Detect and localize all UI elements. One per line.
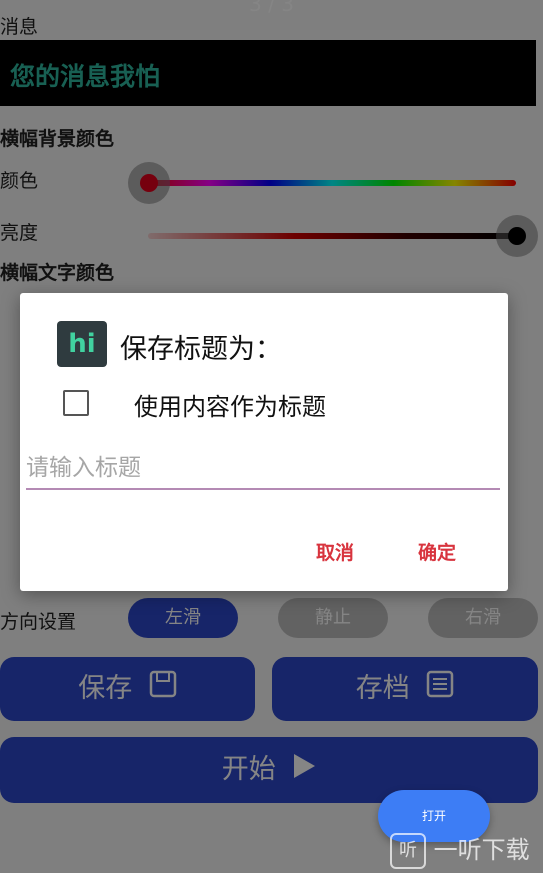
title-input[interactable]: [26, 448, 500, 490]
dialog-title: 保存标题为：: [120, 334, 282, 365]
watermark-logo: 听: [390, 833, 426, 869]
use-content-as-title-checkbox[interactable]: [63, 390, 89, 416]
checkbox-label[interactable]: 使用内容作为标题: [134, 387, 326, 422]
app-icon: hi: [57, 321, 107, 367]
watermark: 听 一听下载: [390, 830, 543, 873]
watermark-text: 一听下载: [433, 836, 530, 864]
confirm-button[interactable]: 确定: [418, 538, 456, 565]
cancel-button[interactable]: 取消: [316, 538, 354, 565]
save-title-dialog: hi 保存标题为： 使用内容作为标题 取消 确定: [20, 293, 508, 591]
